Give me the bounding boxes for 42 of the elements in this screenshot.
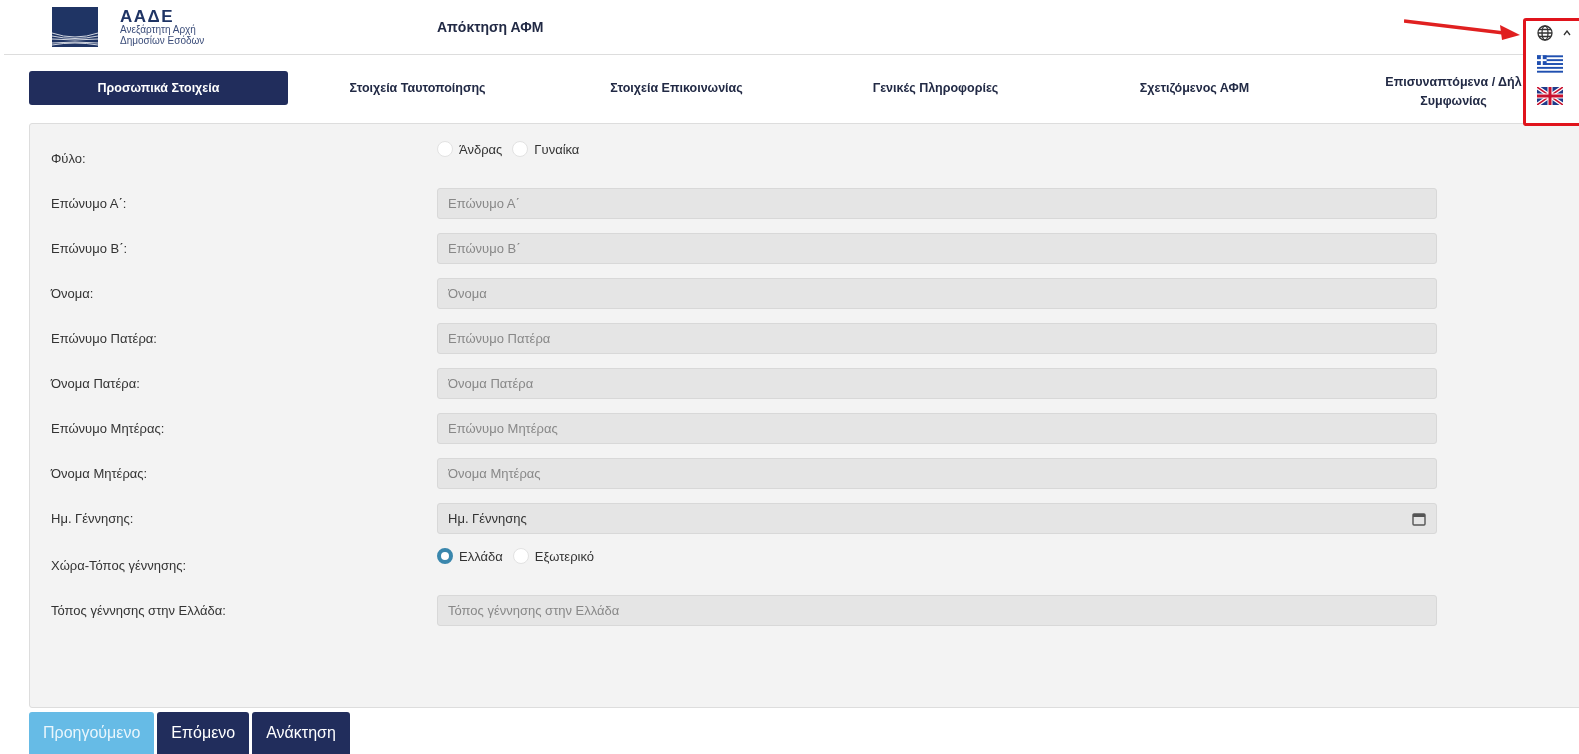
- logo-emblem-icon: [52, 7, 98, 47]
- tab[interactable]: Σχετιζόμενος ΑΦΜ: [1065, 71, 1324, 105]
- input-field[interactable]: Τόπος γέννησης στην Ελλάδα: [437, 595, 1437, 626]
- tab[interactable]: Γενικές Πληροφορίες: [806, 71, 1065, 105]
- input-field[interactable]: Επώνυμο Α΄: [437, 188, 1437, 219]
- field-label: Επώνυμο Μητέρας:: [51, 421, 166, 436]
- field-label: Φύλο:: [51, 151, 87, 166]
- tab[interactable]: Προσωπικά Στοιχεία: [29, 71, 288, 105]
- logo-subtitle: Δημοσίων Εσόδων: [120, 35, 205, 47]
- input-field[interactable]: Επώνυμο Μητέρας: [437, 413, 1437, 444]
- globe-icon[interactable]: [1537, 25, 1553, 41]
- radio-label[interactable]: Ελλάδα: [459, 548, 503, 564]
- field-label: Τόπος γέννησης στην Ελλάδα:: [51, 603, 227, 618]
- field-label: Ημ. Γέννησης:: [51, 511, 135, 526]
- tab[interactable]: Στοιχεία Ταυτοποίησης: [288, 71, 547, 105]
- logo-subtitle: Ανεξάρτητη Αρχή: [120, 25, 196, 36]
- input-field[interactable]: Επώνυμο Β΄: [437, 233, 1437, 264]
- radio-label[interactable]: Γυναίκα: [534, 141, 580, 157]
- input-field[interactable]: Επώνυμο Πατέρα: [437, 323, 1437, 354]
- calendar-icon[interactable]: [1412, 511, 1426, 526]
- nav-button[interactable]: Ανάκτηση: [252, 712, 350, 754]
- caret-icon[interactable]: [1563, 30, 1571, 36]
- field-label: Επώνυμο Β΄:: [51, 241, 129, 256]
- field-label: Όνομα:: [51, 286, 95, 301]
- field-label: Επώνυμο Α΄:: [51, 196, 128, 211]
- uk-flag-icon[interactable]: [1537, 87, 1563, 105]
- input-field[interactable]: Όνομα Μητέρας: [437, 458, 1437, 489]
- greek-flag-icon[interactable]: [1537, 55, 1563, 73]
- tab[interactable]: Στοιχεία Επικοινωνίας: [547, 71, 806, 105]
- input-field[interactable]: Όνομα: [437, 278, 1437, 309]
- field-label: Επώνυμο Πατέρα:: [51, 331, 158, 346]
- radio-label[interactable]: Άνδρας: [459, 141, 503, 157]
- page-title: Απόκτηση ΑΦΜ: [437, 19, 544, 35]
- radio-label[interactable]: Εξωτερικό: [534, 548, 594, 564]
- nav-button[interactable]: Επόμενο: [157, 712, 250, 754]
- radio-button[interactable]: [437, 548, 453, 564]
- date-field[interactable]: Ημ. Γέννησης: [437, 503, 1437, 534]
- field-label: Όνομα Πατέρα:: [51, 376, 141, 391]
- field-label: Χώρα-Τόπος γέννησης:: [51, 558, 188, 573]
- input-field[interactable]: Όνομα Πατέρα: [437, 368, 1437, 399]
- field-label: Όνομα Μητέρας:: [51, 466, 149, 481]
- tab[interactable]: Επισυναπτόμενα / Δήλ Συμφωνίας: [1324, 71, 1579, 112]
